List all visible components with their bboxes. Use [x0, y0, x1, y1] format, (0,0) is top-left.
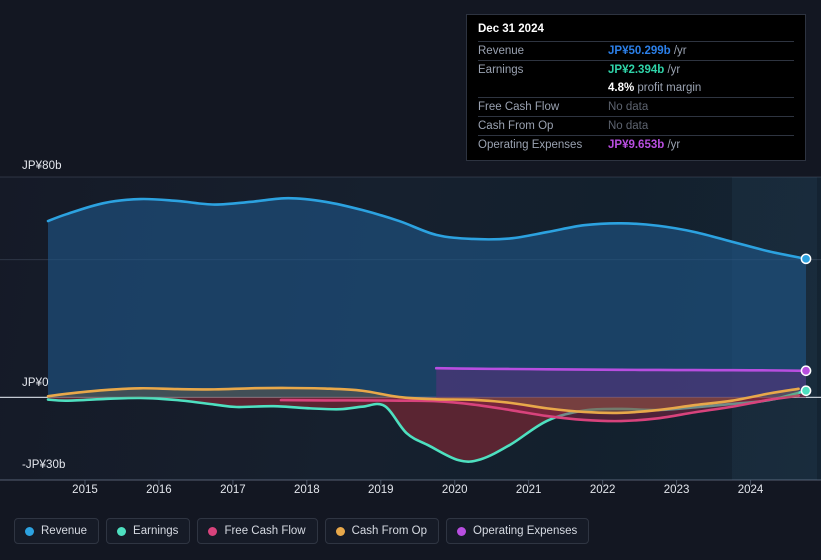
x-axis-tick-2024: 2024	[737, 484, 764, 496]
tooltip-value-text: JP¥2.394b	[608, 64, 665, 76]
legend-item-cash-from-op[interactable]: Cash From Op	[324, 518, 440, 544]
legend-color-dot-icon	[208, 526, 218, 536]
tooltip-row: Operating Expenses JP¥9.653b /yr	[478, 135, 794, 154]
series-area-revenue	[48, 198, 806, 398]
tooltip-row: Earnings JP¥2.394b /yr	[478, 60, 794, 79]
legend-color-dot-icon	[117, 526, 127, 536]
legend-item-label: Revenue	[41, 525, 88, 537]
x-axis-tick-2018: 2018	[294, 484, 320, 496]
legend-item-operating-expenses[interactable]: Operating Expenses	[446, 518, 590, 544]
tooltip-value-text: No data	[608, 120, 649, 132]
series-area-operating-expenses	[436, 368, 806, 398]
tooltip-row-label	[478, 79, 608, 98]
tooltip-row: 4.8% profit margin	[478, 79, 794, 98]
tooltip-date: Dec 31 2024	[478, 23, 544, 35]
legend-item-earnings[interactable]: Earnings	[106, 518, 191, 544]
legend-item-label: Operating Expenses	[473, 525, 578, 537]
tooltip-row-label: Earnings	[478, 60, 608, 79]
legend-item-label: Free Cash Flow	[224, 525, 306, 537]
tooltip-row-label: Operating Expenses	[478, 135, 608, 154]
legend-item-label: Earnings	[133, 525, 179, 537]
legend-item-revenue[interactable]: Revenue	[14, 518, 100, 544]
tooltip-row-label: Revenue	[478, 41, 608, 61]
x-axis-tick-2022: 2022	[589, 484, 616, 496]
tooltip-value-unit: /yr	[664, 64, 681, 76]
tooltip-row-value: No data	[608, 97, 794, 117]
endpoint-marker-earnings	[800, 385, 812, 397]
data-tooltip: Dec 31 2024 Revenue JP¥50.299b /yr Earning…	[466, 14, 806, 161]
x-axis-tick-2023: 2023	[663, 484, 690, 496]
tooltip-row-label: Cash From Op	[478, 116, 608, 136]
x-axis-tick-2016: 2016	[146, 484, 172, 496]
tooltip-value-text: JP¥9.653b	[608, 139, 665, 151]
chart-legend: Revenue Earnings Free Cash Flow Cash From O…	[14, 518, 590, 544]
tooltip-value-text: JP¥50.299b	[608, 45, 671, 57]
tooltip-table: Revenue JP¥50.299b /yr Earnings JP¥2.394b /…	[478, 41, 794, 154]
tooltip-row-value: JP¥2.394b /yr	[608, 60, 794, 79]
tooltip-value-text: No data	[608, 101, 649, 113]
tooltip-value-unit: profit margin	[634, 82, 702, 94]
legend-item-label: Cash From Op	[351, 525, 428, 537]
legend-color-dot-icon	[457, 526, 467, 536]
tooltip-row: Cash From Op No data	[478, 116, 794, 136]
y-axis-label-zero: JP¥0	[22, 377, 49, 389]
tooltip-value-unit: /yr	[664, 139, 681, 151]
tooltip-row-value: 4.8% profit margin	[608, 79, 794, 98]
tooltip-row-value: No data	[608, 116, 794, 136]
x-axis-tick-2020: 2020	[441, 484, 468, 496]
legend-color-dot-icon	[25, 526, 34, 536]
x-axis-tick-2015: 2015	[72, 484, 98, 496]
tooltip-row: Revenue JP¥50.299b /yr	[478, 41, 794, 61]
x-axis-tick-2021: 2021	[515, 484, 542, 496]
tooltip-row: Free Cash Flow No data	[478, 97, 794, 117]
legend-item-free-cash-flow[interactable]: Free Cash Flow	[197, 518, 318, 544]
tooltip-row-value: JP¥50.299b /yr	[608, 41, 794, 61]
tooltip-row-value: JP¥9.653b /yr	[608, 135, 794, 154]
endpoint-marker-operating-expenses	[800, 365, 812, 377]
tooltip-value-text: 4.8%	[608, 82, 635, 94]
tooltip-row-label: Free Cash Flow	[478, 97, 608, 117]
legend-color-dot-icon	[335, 526, 345, 536]
x-axis-tick-2017: 2017	[220, 484, 246, 496]
y-axis-label-top: JP¥80b	[22, 160, 62, 172]
y-axis-label-bottom: -JP¥30b	[22, 459, 66, 471]
tooltip-value-unit: /yr	[670, 45, 687, 57]
endpoint-marker-revenue	[800, 253, 812, 265]
x-axis-tick-2019: 2019	[367, 484, 394, 496]
